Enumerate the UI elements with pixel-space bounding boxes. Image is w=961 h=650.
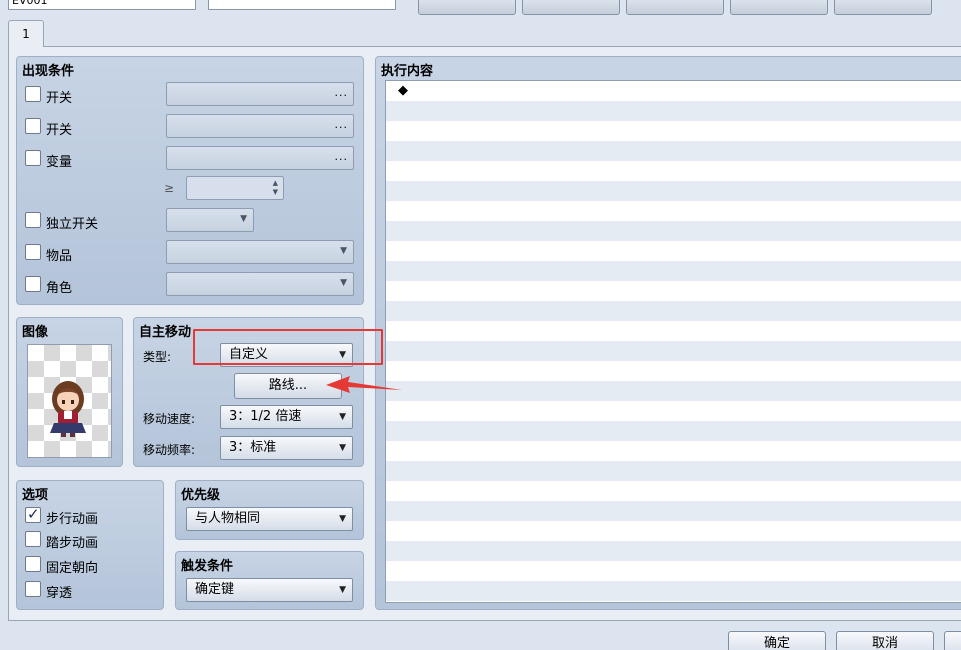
stepping-anim-checkbox[interactable] bbox=[25, 531, 41, 547]
trigger-title: 触发条件 bbox=[181, 559, 234, 574]
chevron-down-icon: ▼ bbox=[339, 585, 346, 595]
move-frequency-select[interactable]: 3：标准 ▼ bbox=[220, 436, 353, 460]
character-image-preview[interactable] bbox=[27, 344, 112, 458]
gte-symbol: ≥ bbox=[164, 181, 175, 195]
item-label: 物品 bbox=[46, 249, 73, 264]
move-speed-select[interactable]: 3：1/2 倍速 ▼ bbox=[220, 405, 353, 429]
move-speed-value: 3：1/2 倍速 bbox=[229, 409, 302, 424]
annotation-arrow-icon bbox=[326, 376, 402, 393]
tab-page-1[interactable]: 1 bbox=[8, 20, 44, 47]
event-name-field[interactable]: EV001 bbox=[8, 0, 196, 10]
item-checkbox[interactable] bbox=[25, 244, 41, 260]
walking-anim-checkbox[interactable] bbox=[25, 505, 41, 523]
self-switch-select[interactable]: ▼ bbox=[166, 208, 254, 232]
move-frequency-value: 3：标准 bbox=[229, 440, 277, 455]
spinner-up-icon[interactable]: ▲ bbox=[273, 179, 278, 187]
actor-checkbox[interactable] bbox=[25, 276, 41, 292]
chevron-down-icon: ▼ bbox=[339, 514, 346, 524]
chevron-down-icon: ▼ bbox=[340, 278, 347, 288]
stepping-anim-label: 踏步动画 bbox=[46, 536, 99, 551]
image-title: 图像 bbox=[22, 325, 49, 340]
character-sprite bbox=[50, 381, 86, 437]
annotation-highlight-box bbox=[193, 329, 383, 365]
move-speed-label: 移动速度: bbox=[143, 412, 196, 426]
switch2-field[interactable]: ... bbox=[166, 114, 354, 138]
switch1-checkbox[interactable] bbox=[25, 86, 41, 102]
chevron-down-icon: ▼ bbox=[240, 214, 247, 224]
switch2-dots: ... bbox=[334, 118, 348, 131]
self-switch-label: 独立开关 bbox=[46, 217, 99, 232]
chevron-down-icon: ▼ bbox=[340, 246, 347, 256]
variable-field[interactable]: ... bbox=[166, 146, 354, 170]
chevron-down-icon: ▼ bbox=[339, 443, 346, 453]
move-frequency-label: 移动频率: bbox=[143, 443, 196, 457]
variable-checkbox[interactable] bbox=[25, 150, 41, 166]
switch1-dots: ... bbox=[334, 86, 348, 99]
apply-button[interactable] bbox=[944, 631, 961, 650]
self-switch-checkbox[interactable] bbox=[25, 212, 41, 228]
item-select[interactable]: ▼ bbox=[166, 240, 354, 264]
ok-button[interactable]: 确定 bbox=[728, 631, 826, 650]
top-button-5[interactable] bbox=[834, 0, 932, 15]
spinner-down-icon[interactable]: ▼ bbox=[273, 188, 278, 196]
event-note-field[interactable] bbox=[208, 0, 396, 10]
chevron-down-icon: ▼ bbox=[339, 412, 346, 422]
autonomous-movement-title: 自主移动 bbox=[139, 325, 192, 340]
variable-label: 变量 bbox=[46, 155, 73, 170]
actor-label: 角色 bbox=[46, 281, 73, 296]
options-title: 选项 bbox=[22, 488, 49, 503]
trigger-select[interactable]: 确定键 ▼ bbox=[186, 578, 353, 602]
top-button-4[interactable] bbox=[730, 0, 828, 15]
command-list[interactable]: ◆ bbox=[385, 80, 961, 603]
top-button-2[interactable] bbox=[522, 0, 620, 15]
switch2-checkbox[interactable] bbox=[25, 118, 41, 134]
direction-fix-checkbox[interactable] bbox=[25, 556, 41, 572]
top-button-3[interactable] bbox=[626, 0, 724, 15]
move-type-label: 类型: bbox=[143, 350, 172, 364]
actor-select[interactable]: ▼ bbox=[166, 272, 354, 296]
through-label: 穿透 bbox=[46, 586, 73, 601]
priority-value: 与人物相同 bbox=[195, 511, 261, 526]
variable-dots: ... bbox=[334, 150, 348, 163]
priority-title: 优先级 bbox=[181, 488, 221, 503]
contents-title: 执行内容 bbox=[381, 64, 434, 79]
top-button-1[interactable] bbox=[418, 0, 516, 15]
switch2-label: 开关 bbox=[46, 123, 73, 138]
switch1-label: 开关 bbox=[46, 91, 73, 106]
switch1-field[interactable]: ... bbox=[166, 82, 354, 106]
trigger-value: 确定键 bbox=[195, 582, 235, 597]
priority-select[interactable]: 与人物相同 ▼ bbox=[186, 507, 353, 531]
direction-fix-label: 固定朝向 bbox=[46, 561, 99, 576]
list-item[interactable]: ◆ bbox=[398, 83, 408, 98]
walking-anim-label: 步行动画 bbox=[46, 512, 99, 527]
through-checkbox[interactable] bbox=[25, 581, 41, 597]
conditions-title: 出现条件 bbox=[22, 64, 75, 79]
variable-value-spinner[interactable]: ▲ ▼ bbox=[186, 176, 284, 200]
cancel-button[interactable]: 取消 bbox=[836, 631, 934, 650]
